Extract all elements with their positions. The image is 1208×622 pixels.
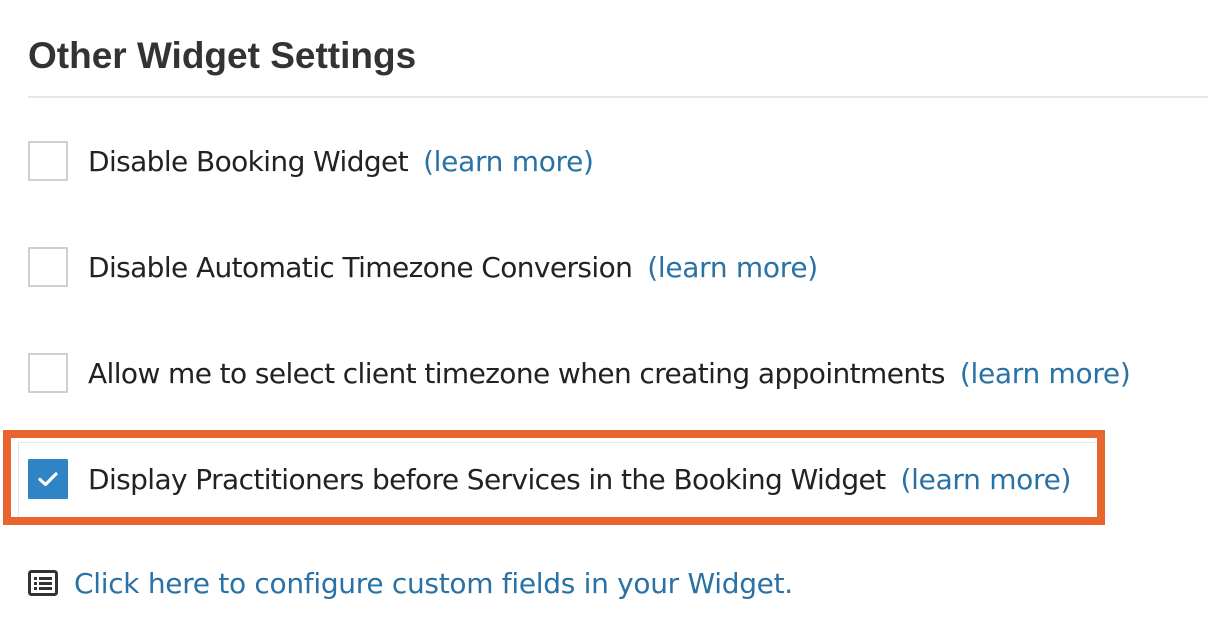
setting-disable-timezone-conversion: Disable Automatic Timezone Conversion (l… [28,243,818,291]
setting-disable-booking-widget: Disable Booking Widget (learn more) [28,137,594,185]
select-client-timezone-checkbox[interactable] [28,353,68,393]
disable-booking-widget-checkbox[interactable] [28,141,68,181]
checkmark-icon [38,472,58,487]
display-practitioners-first-checkbox[interactable] [28,459,68,499]
configure-custom-fields-text: Click here to configure custom fields in… [74,566,793,600]
section-title: Other Widget Settings [28,35,417,76]
setting-label: Allow me to select client timezone when … [88,356,945,390]
learn-more-link[interactable]: (learn more) [901,463,1072,496]
disable-timezone-conversion-checkbox[interactable] [28,247,68,287]
setting-label: Disable Booking Widget [88,144,409,178]
learn-more-link[interactable]: (learn more) [423,145,594,178]
setting-label: Disable Automatic Timezone Conversion [88,250,633,284]
setting-select-client-timezone: Allow me to select client timezone when … [28,349,1131,397]
learn-more-link[interactable]: (learn more) [960,357,1131,390]
configure-custom-fields-link[interactable]: Click here to configure custom fields in… [28,560,793,606]
setting-display-practitioners-first: Display Practitioners before Services in… [28,455,1071,503]
setting-label: Display Practitioners before Services in… [88,462,886,496]
list-icon [28,570,58,596]
section-divider [28,96,1208,98]
learn-more-link[interactable]: (learn more) [647,251,818,284]
